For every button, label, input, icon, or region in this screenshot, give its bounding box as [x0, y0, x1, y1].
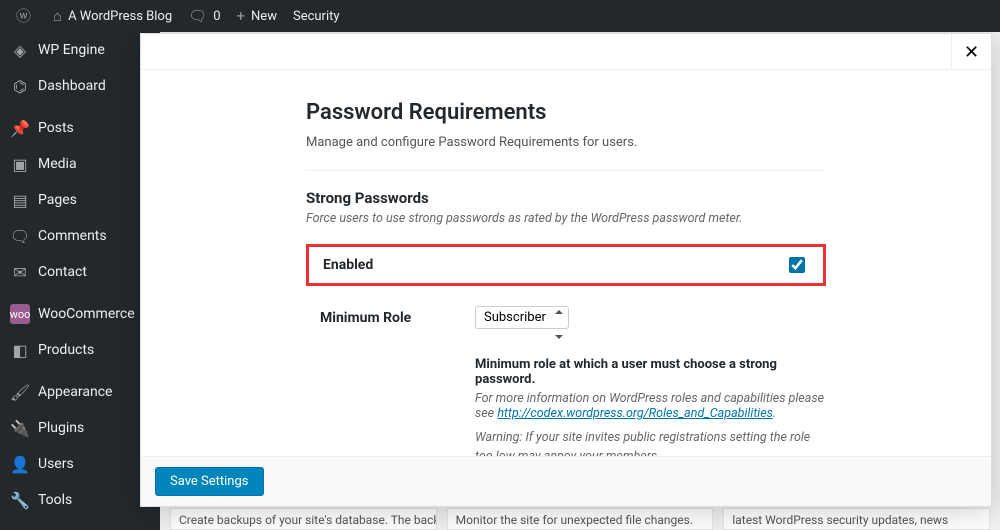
brush-icon: 🖌: [10, 382, 30, 402]
sidebar-item-contact[interactable]: ✉ Contact: [0, 254, 160, 290]
enabled-row: Enabled: [306, 244, 826, 286]
comment-icon: 🗨: [188, 9, 207, 24]
sidebar-item-label: WP Engine: [38, 42, 105, 58]
sidebar-item-label: Pages: [38, 192, 77, 208]
section-description: Force users to use strong passwords as r…: [306, 211, 826, 226]
sidebar-item-posts[interactable]: 📌 Posts: [0, 110, 160, 146]
settings-modal: ✕ Password Requirements Manage and confi…: [140, 33, 992, 507]
admin-bar: ⓦ ⌂A WordPress Blog 🗨0 +New Security: [0, 0, 1000, 32]
save-settings-button[interactable]: Save Settings: [155, 467, 264, 496]
comments-count: 0: [213, 9, 220, 24]
close-icon: ✕: [964, 42, 979, 63]
sidebar-item-label: Contact: [38, 264, 87, 280]
dashboard-icon: ⌬: [10, 76, 30, 96]
security-link[interactable]: Security: [285, 0, 348, 32]
sidebar-item-label: Posts: [38, 120, 74, 136]
minimum-role-select[interactable]: Subscriber: [475, 306, 569, 329]
wp-logo[interactable]: ⓦ: [8, 0, 45, 32]
sidebar-item-users[interactable]: 👤 Users: [0, 446, 160, 482]
media-icon: ▣: [10, 154, 30, 174]
admin-sidebar: ◈ WP Engine ⌬ Dashboard 📌 Posts ▣ Media ▤ Pag…: [0, 32, 160, 530]
roles-link[interactable]: http://codex.wordpress.org/Roles_and_Cap…: [497, 406, 773, 421]
sidebar-item-label: WooCommerce: [38, 306, 135, 322]
security-label: Security: [293, 9, 340, 24]
wordpress-icon: ⓦ: [16, 9, 31, 24]
sidebar-item-appearance[interactable]: 🖌 Appearance: [0, 374, 160, 410]
sidebar-item-label: Plugins: [38, 420, 84, 436]
sidebar-item-settings[interactable]: ⚙Settings: [0, 518, 160, 530]
user-icon: 👤: [10, 454, 30, 474]
site-name-text: A WordPress Blog: [68, 9, 172, 24]
comments-link[interactable]: 🗨0: [180, 0, 228, 32]
sidebar-item-woocommerce[interactable]: woo WooCommerce: [0, 296, 160, 332]
site-name-link[interactable]: ⌂ A WordPress Blog: [45, 0, 180, 32]
settings-icon: ⚙: [10, 526, 30, 530]
sidebar-item-label: Media: [38, 156, 77, 172]
plus-icon: +: [237, 9, 246, 24]
bg-cards: Create backups of your site's database. …: [160, 508, 1000, 530]
woo-icon: woo: [10, 304, 30, 324]
enabled-label: Enabled: [323, 257, 373, 273]
sidebar-item-wpengine[interactable]: ◈ WP Engine: [0, 32, 160, 68]
sidebar-item-plugins[interactable]: 🔌 Plugins: [0, 410, 160, 446]
divider: [306, 170, 826, 171]
home-icon: ⌂: [53, 9, 62, 24]
sidebar-item-label: Appearance: [38, 384, 112, 400]
product-icon: ◧: [10, 340, 30, 360]
sidebar-item-label: Products: [38, 342, 94, 358]
modal-close-button[interactable]: ✕: [951, 34, 991, 70]
sidebar-item-dashboard[interactable]: ⌬ Dashboard: [0, 68, 160, 104]
wpengine-icon: ◈: [10, 40, 30, 60]
sidebar-item-media[interactable]: ▣ Media: [0, 146, 160, 182]
bg-card: Create backups of your site's database. …: [170, 508, 437, 530]
page-title: Password Requirements: [306, 100, 826, 125]
new-label: New: [251, 9, 277, 24]
mail-icon: ✉: [10, 262, 30, 282]
modal-header: ✕: [141, 34, 991, 70]
enabled-checkbox[interactable]: [789, 257, 805, 273]
page-icon: ▤: [10, 190, 30, 210]
page-description: Manage and configure Password Requiremen…: [306, 135, 826, 150]
bg-card: latest WordPress security updates, news: [723, 508, 990, 530]
new-link[interactable]: + New: [229, 0, 285, 32]
pin-icon: 📌: [10, 118, 30, 138]
sidebar-item-comments[interactable]: 🗨 Comments: [0, 218, 160, 254]
sidebar-item-label: Tools: [38, 492, 72, 508]
sidebar-item-products[interactable]: ◧ Products: [0, 332, 160, 368]
modal-body: Password Requirements Manage and configu…: [141, 70, 991, 456]
comment-icon: 🗨: [10, 226, 30, 246]
tool-icon: 🔧: [10, 490, 30, 510]
minimum-role-label: Minimum Role: [320, 306, 475, 326]
sidebar-item-label: Users: [38, 456, 74, 472]
plugin-icon: 🔌: [10, 418, 30, 438]
sidebar-item-label: Dashboard: [38, 78, 106, 94]
minimum-role-warning: Warning: If your site invites public reg…: [475, 429, 826, 456]
modal-footer: Save Settings: [141, 456, 991, 506]
minimum-role-row: Minimum Role Subscriber Minimum role at …: [306, 306, 826, 456]
minimum-role-bold: Minimum role at which a user must choose…: [475, 357, 826, 387]
sidebar-item-tools[interactable]: 🔧 Tools: [0, 482, 160, 518]
sidebar-item-pages[interactable]: ▤ Pages: [0, 182, 160, 218]
section-title: Strong Passwords: [306, 189, 826, 207]
sidebar-item-label: Comments: [38, 228, 107, 244]
bg-card: Monitor the site for unexpected file cha…: [447, 508, 714, 530]
